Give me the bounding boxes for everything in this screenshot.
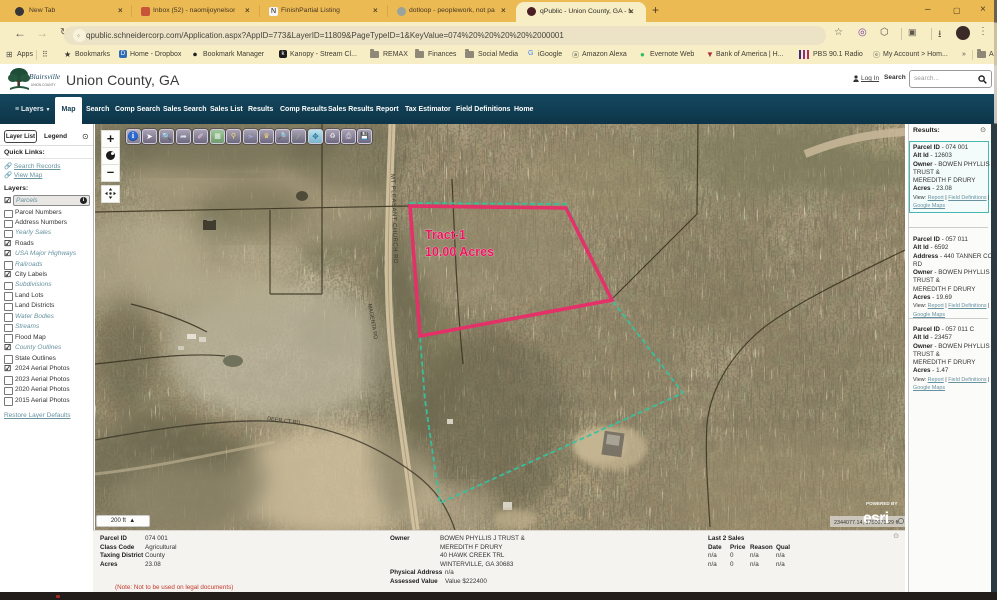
svg-text:POWERED BY: POWERED BY	[866, 501, 897, 506]
svg-text:10.00 Acres: 10.00 Acres	[425, 245, 494, 259]
svg-text:Tract-1: Tract-1	[425, 228, 466, 242]
svg-text:Blairsville: Blairsville	[29, 72, 61, 81]
svg-text:UNION COUNTY: UNION COUNTY	[31, 83, 56, 87]
svg-text:2344077.14, 1750071.29 ft: 2344077.14, 1750071.29 ft	[834, 520, 899, 526]
